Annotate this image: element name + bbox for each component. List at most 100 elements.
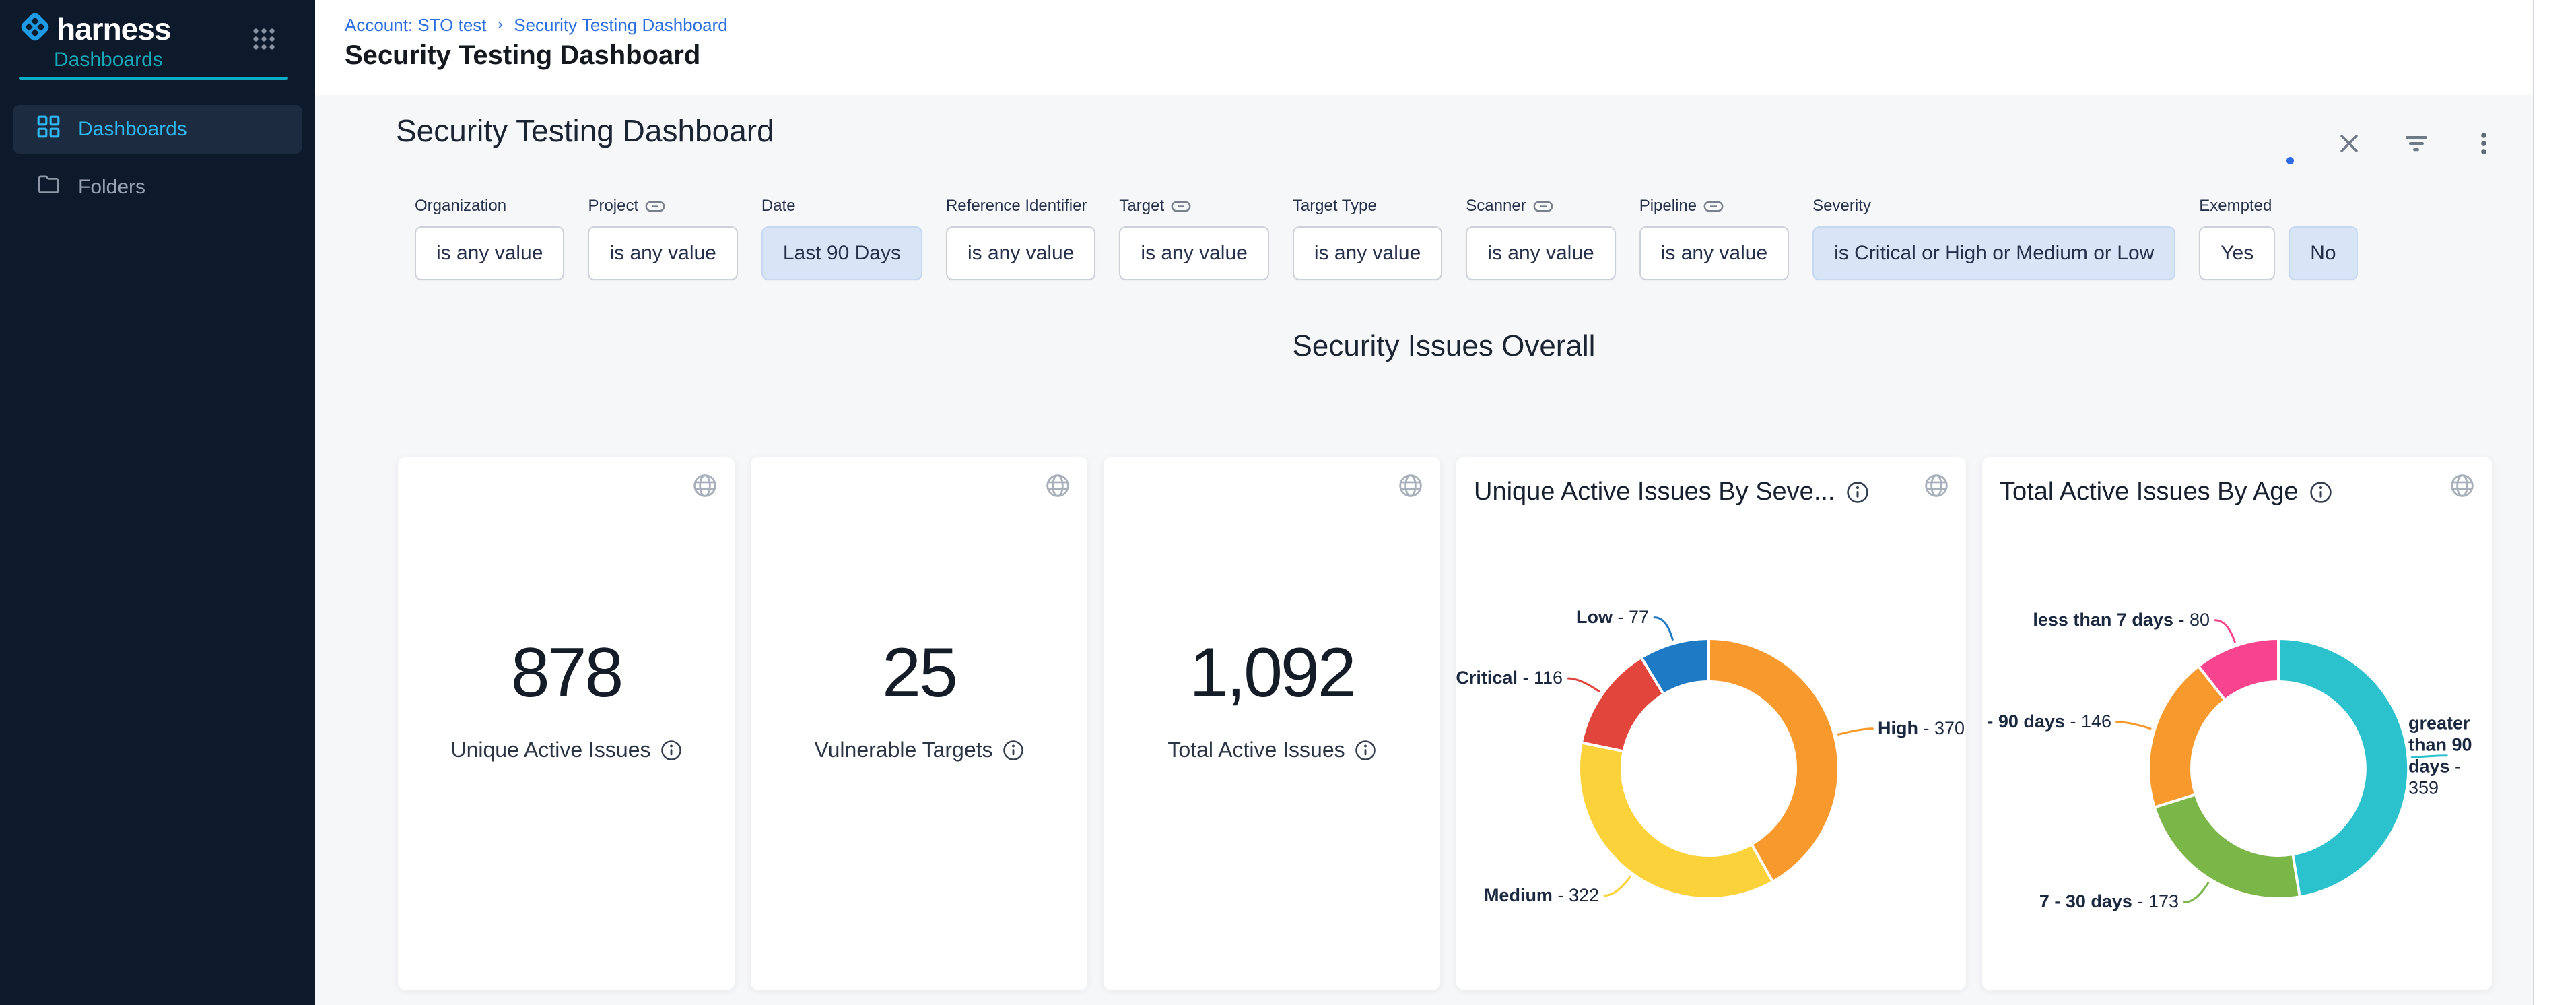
link-icon [645,201,665,212]
main-area: Account: STO test › Security Testing Das… [315,0,2576,1005]
filter-label: Reference Identifier [946,197,1087,216]
stat-value: 25 [882,638,956,708]
filter-chip[interactable]: is any value [1639,226,1789,280]
globe-icon [1397,472,1424,499]
filter-label: Project [588,197,638,216]
stat-label: Vulnerable Targets [814,738,992,763]
filter-chip[interactable]: is any value [1466,226,1615,280]
filter-chip[interactable]: is any value [1119,226,1268,280]
filter-chip[interactable]: is any value [1293,226,1442,280]
breadcrumb: Account: STO test › Security Testing Das… [345,15,728,36]
cards-row: 878 Unique Active Issues 25 Vulnerable Targ… [398,457,2492,990]
donut-slice-label: Low - 77 [1576,607,1649,628]
filter-target-type: Target Type is any value [1293,196,1442,280]
stat-value: 878 [511,638,622,708]
harness-logo: harness [18,9,170,48]
donut-slice[interactable] [1709,639,1839,882]
filter-chip[interactable]: Last 90 Days [761,226,922,280]
sidebar-item-folders[interactable]: Folders [13,163,302,212]
sidebar-nav: Dashboards Folders [0,105,315,221]
filter-pipeline: Pipeline is any value [1639,196,1789,280]
app: harness Dashboards Das [0,0,2576,1005]
filter-label: Target Type [1293,197,1377,216]
donut-slice[interactable] [2155,794,2300,899]
filter-organization: Organization is any value [415,196,564,280]
filter-chip[interactable]: Yes [2199,226,2275,280]
filter-icon[interactable] [2402,129,2431,158]
donut-slice[interactable] [2278,639,2408,897]
kebab-menu-icon[interactable] [2469,129,2499,158]
breadcrumb-account-link[interactable]: Account: STO test [345,15,487,36]
section-title: Security Issues Overall [398,329,2490,363]
globe-icon [691,472,718,499]
stat-card-vulnerable-targets: 25 Vulnerable Targets [751,457,1087,990]
filter-label: Pipeline [1639,197,1697,216]
donut-slice-label: Critical - 116 [1456,668,1563,689]
dashboards-icon [36,115,61,144]
stat-card-unique-active-issues: 878 Unique Active Issues [398,457,735,990]
globe-icon [1044,472,1071,499]
filter-chip[interactable]: No [2289,226,2357,280]
donut-slice-label: Medium - 322 [1484,885,1599,907]
donut-slice-label: greater than 90 days - 359 [2408,713,2484,798]
sidebar-item-label: Dashboards [78,118,187,141]
link-icon [1533,201,1553,212]
dashboard-actions [2334,129,2499,158]
dashboard-panel: Security Testing Dashboard [315,95,2576,1005]
filter-chip[interactable]: is any value [946,226,1095,280]
logo-wordmark: harness [57,11,170,47]
donut-slice-label: 7 - 30 days - 173 [2039,891,2179,913]
filter-label: Organization [415,197,506,216]
stat-label: Unique Active Issues [450,738,650,763]
donut-card-1: Total Active Issues By Agegreater than 9… [1982,457,2492,990]
stat-label: Total Active Issues [1167,738,1345,763]
sidebar-item-label: Folders [78,176,145,199]
chevron-right-icon: › [498,13,504,34]
filter-label: Target [1119,197,1164,216]
sidebar-item-dashboards[interactable]: Dashboards [13,105,302,154]
sidebar: harness Dashboards Das [0,0,315,1005]
donut-slice[interactable] [1579,743,1773,899]
info-icon[interactable] [1003,740,1024,761]
tile-globe-button[interactable] [1397,472,1424,501]
filter-label: Scanner [1466,197,1526,216]
stat-card-total-active-issues: 1,092 Total Active Issues [1104,457,1440,990]
filter-target: Target is any value [1119,196,1268,280]
filter-label: Date [761,197,796,216]
page-title: Security Testing Dashboard [345,40,700,71]
donut-slice-label: less than 7 days - 80 [2033,610,2210,631]
filter-label: Exempted [2199,197,2272,216]
module-label: Dashboards [54,48,163,71]
filter-chip[interactable]: is any value [588,226,737,280]
topbar: Account: STO test › Security Testing Das… [315,0,2576,94]
scrollbar-track[interactable] [2533,0,2576,1005]
donut-slice-label: 30 - 90 days - 146 [1982,711,2111,733]
filter-severity: Severity is Critical or High or Medium or… [1812,196,2175,280]
filter-scanner: Scanner is any value [1466,196,1615,280]
module-underline [19,77,288,80]
folder-icon [36,172,61,202]
info-icon[interactable] [660,740,682,761]
info-icon[interactable] [1355,740,1376,761]
close-icon[interactable] [2334,129,2364,158]
tile-globe-button[interactable] [691,472,718,501]
breadcrumb-dashboard-link[interactable]: Security Testing Dashboard [514,15,727,36]
filter-date: Date Last 90 Days [761,196,922,280]
filter-chip[interactable]: is Critical or High or Medium or Low [1812,226,2175,280]
filter-exempted: Exempted Yes No [2199,196,2357,280]
stat-value: 1,092 [1189,638,1354,708]
link-icon [1171,201,1191,212]
link-icon [1703,201,1724,212]
donut-card-0: Unique Active Issues By Seve...High - 37… [1456,457,1966,990]
filter-label: Severity [1812,197,1871,216]
module-switcher-grid-icon[interactable] [250,26,277,55]
donut-slice-label: High - 370 [1878,718,1965,740]
filter-project: Project is any value [588,196,737,280]
filter-chip[interactable]: is any value [415,226,564,280]
tile-globe-button[interactable] [1044,472,1071,501]
filter-bar: Organization is any value Project is any va… [415,196,2358,280]
harness-logo-icon [18,9,53,48]
cursor-dot [2286,157,2294,164]
dashboard-title: Security Testing Dashboard [396,112,774,149]
filter-reference-identifier: Reference Identifier is any value [946,196,1095,280]
